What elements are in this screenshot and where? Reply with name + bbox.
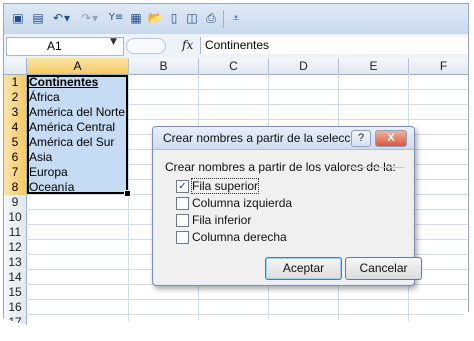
row-header-4[interactable]: 4	[4, 120, 27, 136]
checkbox-fila-inferior[interactable]	[176, 214, 189, 227]
cell-a6[interactable]: Asia	[29, 150, 52, 165]
open-folder-icon[interactable]: 📂	[147, 10, 163, 26]
column-header-c[interactable]: C	[199, 58, 269, 75]
help-button[interactable]: ?	[351, 130, 371, 147]
row-header-1[interactable]: 1	[4, 75, 27, 91]
row-header-11[interactable]: 11	[4, 225, 27, 241]
column-gridline	[128, 74, 129, 326]
group-divider	[348, 167, 404, 168]
cell-a1[interactable]: Continentes	[29, 75, 98, 90]
new-document-icon[interactable]: ▯	[166, 10, 182, 26]
excel-window: ▣ ▤ ↶ ▾ ↷ ▾ Y≡ ▦ 📂 ▯ ◫ ⎙ ⩡ A1 ▼ fx Conti…	[3, 3, 469, 330]
row-header-17[interactable]: 17	[4, 315, 27, 326]
formula-input[interactable]: Continentes	[200, 37, 468, 54]
row-header-7[interactable]: 7	[4, 165, 27, 181]
row-header-9[interactable]: 9	[4, 195, 27, 211]
create-names-dialog: Crear nombres a partir de la selección ?…	[152, 126, 422, 286]
print-icon[interactable]: ⎙	[203, 10, 219, 26]
undo-dropdown-icon[interactable]: ▾	[62, 10, 72, 26]
column-header-e[interactable]: E	[339, 58, 409, 75]
accept-button[interactable]: Aceptar	[265, 257, 342, 280]
save-as-icon[interactable]: ▤	[30, 10, 46, 26]
row-header-3[interactable]: 3	[4, 105, 27, 121]
option-label: Fila superior	[190, 178, 260, 194]
cell-a2[interactable]: África	[29, 90, 60, 105]
save-icon[interactable]: ▣	[10, 10, 26, 26]
row-header-6[interactable]: 6	[4, 150, 27, 166]
cell-a4[interactable]: América Central	[29, 120, 115, 135]
checkbox-fila-superior[interactable]: ✓	[176, 180, 189, 193]
row-header-2[interactable]: 2	[4, 90, 27, 106]
name-box[interactable]: A1	[6, 37, 124, 56]
column-header-a[interactable]: A	[27, 58, 129, 75]
dialog-title: Crear nombres a partir de la selección	[163, 131, 367, 145]
option-label: Columna derecha	[192, 230, 287, 244]
cancel-button[interactable]: Cancelar	[345, 257, 422, 280]
checkbox-columna-izquierda[interactable]	[176, 197, 189, 210]
fill-handle[interactable]	[124, 190, 131, 197]
customize-qat-icon[interactable]: ⩡	[228, 10, 244, 26]
insert-function-icon[interactable]: fx	[182, 38, 193, 52]
select-all-corner[interactable]	[4, 58, 27, 75]
cell-a3[interactable]: América del Norte	[29, 105, 125, 120]
option-label: Fila inferior	[192, 213, 252, 227]
cell-a7[interactable]: Europa	[29, 165, 68, 180]
column-header-b[interactable]: B	[129, 58, 199, 75]
name-box-dropdown-icon[interactable]: ▼	[110, 37, 117, 47]
cell-a8[interactable]: Oceanía	[29, 180, 74, 195]
cell-a5[interactable]: América del Sur	[29, 135, 114, 150]
formula-bar-controls	[126, 38, 166, 54]
option-label: Columna izquierda	[192, 196, 293, 210]
format-icon[interactable]: ▦	[128, 10, 144, 26]
formula-bar: A1 ▼ fx Continentes	[4, 34, 468, 59]
print-preview-icon[interactable]: ◫	[184, 10, 200, 26]
row-header-8[interactable]: 8	[4, 180, 27, 196]
row-gridline	[26, 314, 468, 315]
toolbar-separator	[223, 10, 224, 28]
row-header-10[interactable]: 10	[4, 210, 27, 226]
row-header-15[interactable]: 15	[4, 285, 27, 301]
quick-access-toolbar: ▣ ▤ ↶ ▾ ↷ ▾ Y≡ ▦ 📂 ▯ ◫ ⎙ ⩡	[4, 4, 468, 35]
column-header-d[interactable]: D	[269, 58, 339, 75]
row-gridline	[26, 299, 468, 300]
row-header-5[interactable]: 5	[4, 135, 27, 151]
row-header-13[interactable]: 13	[4, 255, 27, 271]
row-header-12[interactable]: 12	[4, 240, 27, 256]
redo-dropdown-icon[interactable]: ▾	[90, 10, 100, 26]
row-gridline	[26, 329, 468, 330]
row-header-14[interactable]: 14	[4, 270, 27, 286]
screenshot-stage: ▣ ▤ ↶ ▾ ↷ ▾ Y≡ ▦ 📂 ▯ ◫ ⎙ ⩡ A1 ▼ fx Conti…	[0, 0, 474, 341]
close-button[interactable]: X	[375, 130, 407, 147]
dialog-titlebar[interactable]: Crear nombres a partir de la selección ?…	[153, 127, 414, 150]
dialog-body: Crear nombres a partir de los valores de…	[154, 150, 422, 284]
sort-filter-icon[interactable]: Y≡	[106, 10, 126, 26]
column-header-f[interactable]: F	[409, 58, 468, 75]
checkbox-columna-derecha[interactable]	[176, 231, 189, 244]
row-header-16[interactable]: 16	[4, 300, 27, 316]
